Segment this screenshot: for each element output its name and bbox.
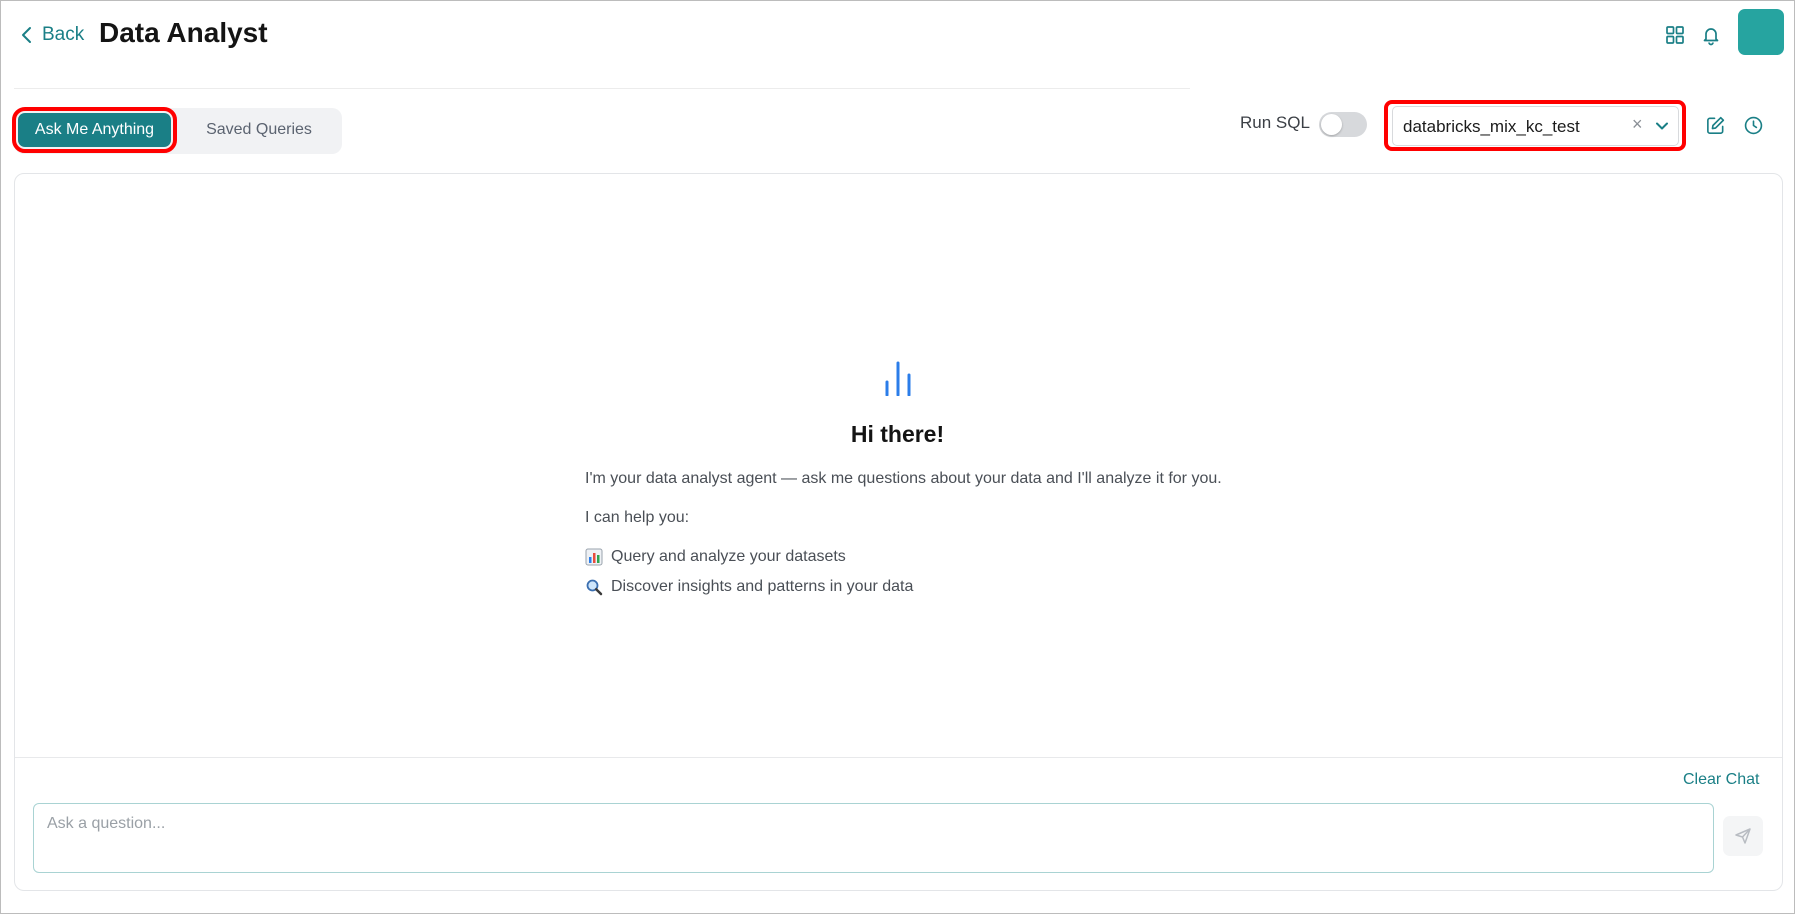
send-button[interactable]	[1723, 816, 1763, 856]
back-label: Back	[42, 24, 85, 45]
greeting-heading: Hi there!	[850, 421, 945, 447]
send-icon	[1735, 828, 1751, 844]
clear-selection-icon[interactable]: ×	[1632, 114, 1643, 135]
question-input[interactable]	[33, 803, 1714, 873]
toggle-knob	[1321, 114, 1342, 135]
run-sql-toggle[interactable]	[1319, 112, 1367, 137]
dataset-select-value: databricks_mix_kc_test	[1403, 117, 1580, 136]
help-heading: I can help you:	[585, 509, 690, 526]
dataset-select[interactable]: databricks_mix_kc_test ×	[1392, 106, 1679, 146]
chevron-left-icon	[22, 27, 31, 43]
capability-text: Discover insights and patterns in your d…	[611, 578, 914, 595]
history-icon[interactable]	[1743, 115, 1764, 136]
capability-item: Discover insights and patterns in your d…	[585, 578, 913, 596]
back-button[interactable]: Back	[20, 24, 84, 46]
clear-chat-button[interactable]: Clear Chat	[1683, 771, 1759, 789]
run-sql-label: Run SQL	[1240, 113, 1310, 132]
magnifier-emoji-icon	[586, 579, 603, 596]
bell-icon[interactable]	[1700, 24, 1722, 46]
tab-saved-queries[interactable]: Saved Queries	[190, 113, 328, 147]
capability-item: Query and analyze your datasets	[585, 548, 846, 566]
page-title: Data Analyst	[99, 17, 268, 48]
bar-chart-icon	[885, 361, 911, 396]
intro-text: I'm your data analyst agent — ask me que…	[585, 470, 1222, 487]
edit-icon[interactable]	[1705, 115, 1726, 136]
avatar[interactable]	[1738, 9, 1784, 55]
capability-text: Query and analyze your datasets	[611, 548, 846, 565]
tab-ask-me-anything[interactable]: Ask Me Anything	[12, 107, 177, 153]
grid-icon[interactable]	[1664, 24, 1686, 46]
panel-divider	[15, 757, 1782, 758]
header-divider	[14, 88, 1190, 89]
chat-panel	[14, 173, 1783, 891]
bar-chart-emoji-icon	[585, 548, 603, 566]
chevron-down-icon[interactable]	[1655, 119, 1669, 133]
